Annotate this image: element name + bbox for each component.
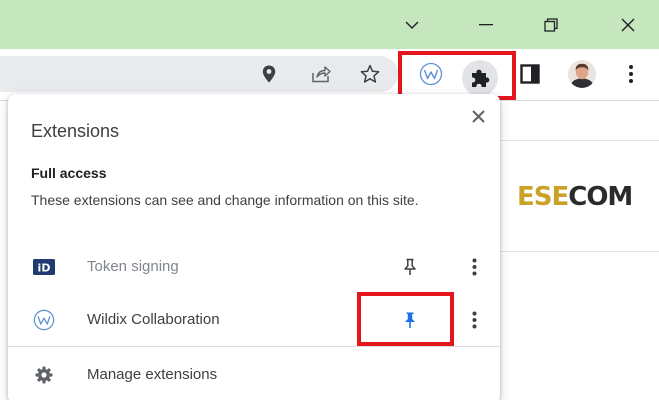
close-icon xyxy=(621,18,635,31)
pin-button-wildix-collaboration[interactable] xyxy=(398,308,422,332)
side-panel-button[interactable] xyxy=(516,60,544,88)
address-bar[interactable] xyxy=(0,56,398,92)
wildix-extension-icon xyxy=(419,62,443,86)
pin-filled-icon xyxy=(405,312,415,328)
kebab-menu-icon xyxy=(472,311,476,329)
bookmark-button[interactable] xyxy=(356,60,384,88)
tab-search-button[interactable] xyxy=(384,0,440,49)
title-bar xyxy=(0,0,659,49)
share-icon xyxy=(312,66,331,83)
kebab-menu-icon xyxy=(629,65,633,83)
wildix-icon xyxy=(32,308,56,332)
pin-outline-icon xyxy=(404,258,416,275)
extensions-button[interactable] xyxy=(466,64,494,92)
share-button[interactable] xyxy=(307,60,335,88)
browser-menu-button[interactable] xyxy=(617,60,645,88)
minimize-button[interactable] xyxy=(458,0,514,49)
window-close-button[interactable] xyxy=(600,0,656,49)
extensions-puzzle-icon xyxy=(472,69,490,87)
gear-icon xyxy=(32,363,56,387)
extension-row-wildix-collaboration[interactable]: Wildix Collaboration xyxy=(8,295,500,345)
kebab-menu-icon xyxy=(472,258,476,276)
token-signing-badge-text: iD xyxy=(38,262,51,275)
extension-name: Wildix Collaboration xyxy=(87,311,220,328)
manage-extensions-label: Manage extensions xyxy=(87,366,218,383)
restore-button[interactable] xyxy=(523,0,579,49)
extensions-popup: Extensions Full access These extensions … xyxy=(8,94,500,400)
more-actions-token-signing[interactable] xyxy=(464,255,484,279)
profile-avatar xyxy=(568,60,596,88)
more-actions-wildix-collaboration[interactable] xyxy=(464,308,484,332)
page-divider-bottom xyxy=(500,251,659,252)
restore-icon xyxy=(544,17,558,32)
close-icon xyxy=(471,109,485,123)
full-access-heading: Full access xyxy=(31,165,107,181)
side-panel-icon xyxy=(520,64,540,84)
pin-button-token-signing[interactable] xyxy=(398,255,422,279)
bookmark-star-icon xyxy=(360,64,380,83)
extension-row-token-signing[interactable]: iD Token signing xyxy=(8,242,500,292)
wildix-extension-button[interactable] xyxy=(417,60,445,88)
chevron-down-icon xyxy=(405,21,419,29)
manage-extensions-item[interactable]: Manage extensions xyxy=(8,352,500,398)
esecom-logo: ESECOM xyxy=(517,182,633,212)
popup-title: Extensions xyxy=(31,121,120,141)
location-pin-icon xyxy=(262,65,276,83)
token-signing-icon: iD xyxy=(32,255,56,279)
page-divider-top xyxy=(500,140,659,141)
extension-name: Token signing xyxy=(87,258,179,275)
full-access-description: These extensions can see and change info… xyxy=(31,192,419,208)
popup-divider xyxy=(8,346,500,347)
minimize-icon xyxy=(479,23,493,25)
location-pin-button[interactable] xyxy=(255,60,283,88)
profile-button[interactable] xyxy=(567,59,597,89)
popup-close-button[interactable] xyxy=(466,104,490,128)
